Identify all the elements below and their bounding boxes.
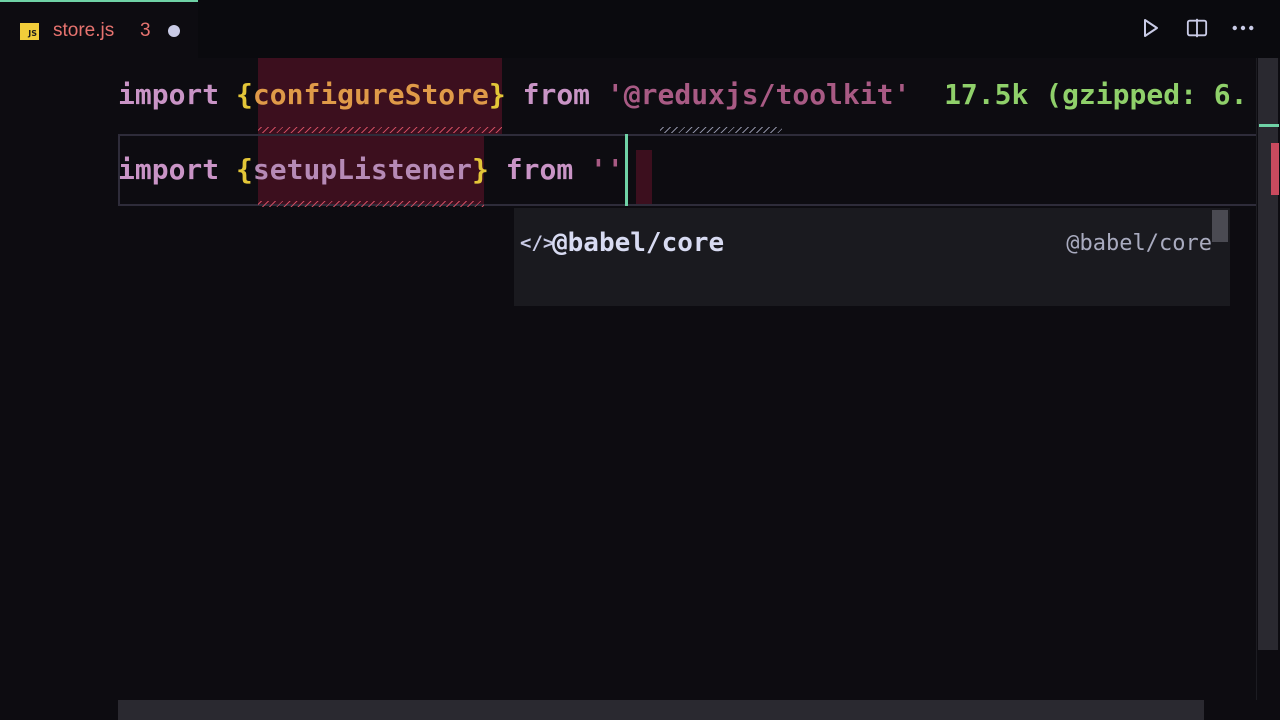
brace-open: { [236,153,253,186]
more-icon[interactable] [1232,16,1254,40]
code-editor[interactable]: import {configureStore} from '@reduxjs/t… [0,58,1270,700]
cursor-position-marker [1259,124,1279,127]
tab-store-js[interactable]: JS store.js 3 [0,0,198,58]
code-line-2[interactable]: import {setupListener} from '' [118,150,624,190]
suggestion-scrollbar[interactable] [1212,210,1228,242]
horizontal-scrollbar[interactable] [118,700,1204,720]
tab-bar: JS store.js 3 [0,0,1280,58]
split-editor-icon[interactable] [1186,16,1208,40]
keyword-from: from [505,153,574,186]
autocomplete-widget: </> @babel/core @babel/core [514,208,1230,306]
error-overview-marker [1271,143,1279,195]
suggestion-label: @babel/core [552,228,725,258]
brace-open: { [236,78,253,111]
run-icon[interactable] [1140,16,1162,40]
quote-close: ' [606,153,624,186]
identifier-configure-store: configureStore [252,78,489,111]
identifier-setup-listener: setupListener [252,153,473,186]
problem-count-badge: 3 [140,20,151,41]
brace-close: } [488,78,506,111]
tab-filename: store.js [53,20,115,41]
error-squiggle [258,127,502,133]
editor-window: JS store.js 3 import {configureStore} fr… [0,0,1280,720]
suggestion-item[interactable]: </> @babel/core @babel/core [514,208,1214,282]
brace-close: } [472,153,489,186]
import-cost-label: 17.5k (gzipped: 6. [944,78,1248,111]
keyword-import: import [118,153,220,186]
editor-actions [1140,16,1254,40]
error-squiggle [258,201,484,207]
javascript-file-icon: JS [20,23,39,40]
suggestion-detail: @babel/core [1066,231,1212,256]
keyword-import: import [118,78,220,111]
info-squiggle [660,127,782,133]
unsaved-changes-dot[interactable] [168,25,180,37]
quote-open: ' [590,153,607,186]
module-icon: </> [520,232,555,254]
code-line-1[interactable]: import {configureStore} from '@reduxjs/t… [118,75,1248,115]
module-string: '@reduxjs/toolkit' [606,78,911,111]
text-cursor [625,134,628,206]
keyword-from: from [522,78,591,111]
vertical-scrollbar[interactable] [1256,58,1280,700]
